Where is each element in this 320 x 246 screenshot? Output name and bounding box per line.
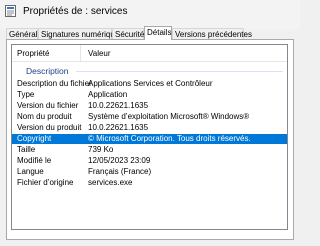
- row-key: Fichier d’origine: [17, 178, 74, 187]
- row-value: 10.0.22621.1635: [88, 123, 149, 132]
- window-title: Propriétés de : services: [23, 6, 128, 17]
- detail-row[interactable]: Version du fichier 10.0.22621.1635: [12, 101, 287, 111]
- group-description: Description: [12, 65, 287, 77]
- list-header: Propriété Valeur: [12, 45, 287, 62]
- detail-row[interactable]: Description du fichier Applications Serv…: [12, 79, 287, 89]
- header-value[interactable]: Valeur: [88, 49, 111, 58]
- row-key: Version du fichier: [17, 101, 79, 110]
- row-key: Modifié le: [17, 156, 52, 165]
- row-key: Description du fichier: [17, 79, 92, 88]
- row-value: 12/05/2023 23:09: [88, 156, 151, 165]
- detail-row[interactable]: Type Application: [12, 90, 287, 100]
- row-key: Type: [17, 90, 35, 99]
- row-key: Langue: [17, 167, 44, 176]
- tab-details[interactable]: Détails: [144, 26, 172, 40]
- row-value: © Microsoft Corporation. Tous droits rés…: [88, 134, 251, 143]
- tab-previous-versions[interactable]: Versions précédentes: [172, 28, 252, 39]
- row-value: 739 Ko: [88, 145, 114, 154]
- detail-row[interactable]: Taille 739 Ko: [12, 145, 287, 155]
- header-divider[interactable]: [80, 45, 81, 61]
- row-key: Copyright: [17, 134, 52, 143]
- row-key: Version du produit: [17, 123, 82, 132]
- row-value: Application: [88, 90, 128, 99]
- detail-row[interactable]: Nom du produit Système d’exploitation Mi…: [12, 112, 287, 122]
- row-value: services.exe: [88, 178, 133, 187]
- row-key: Nom du produit: [17, 112, 72, 121]
- detail-row[interactable]: Langue Français (France): [12, 167, 287, 177]
- tab-security[interactable]: Sécurité: [112, 28, 144, 39]
- group-label: Description: [26, 66, 69, 76]
- properties-document-icon: [5, 5, 16, 17]
- group-separator: [76, 71, 283, 72]
- details-list[interactable]: Propriété Valeur Description Description…: [11, 44, 288, 230]
- row-value: Français (France): [88, 167, 152, 176]
- tab-general[interactable]: Général: [6, 28, 38, 39]
- detail-row[interactable]: Version du produit 10.0.22621.1635: [12, 123, 287, 133]
- row-value: Système d’exploitation Microsoft® Window…: [88, 112, 250, 121]
- row-key: Taille: [17, 145, 36, 154]
- detail-row[interactable]: Modifié le 12/05/2023 23:09: [12, 156, 287, 166]
- detail-row-selected[interactable]: Copyright © Microsoft Corporation. Tous …: [12, 134, 287, 144]
- row-value: 10.0.22621.1635: [88, 101, 149, 110]
- detail-row[interactable]: Fichier d’origine services.exe: [12, 178, 287, 188]
- header-property[interactable]: Propriété: [17, 49, 49, 58]
- row-value: Applications Services et Contrôleur: [88, 79, 213, 88]
- tab-digital-signatures[interactable]: Signatures numériques: [38, 28, 123, 39]
